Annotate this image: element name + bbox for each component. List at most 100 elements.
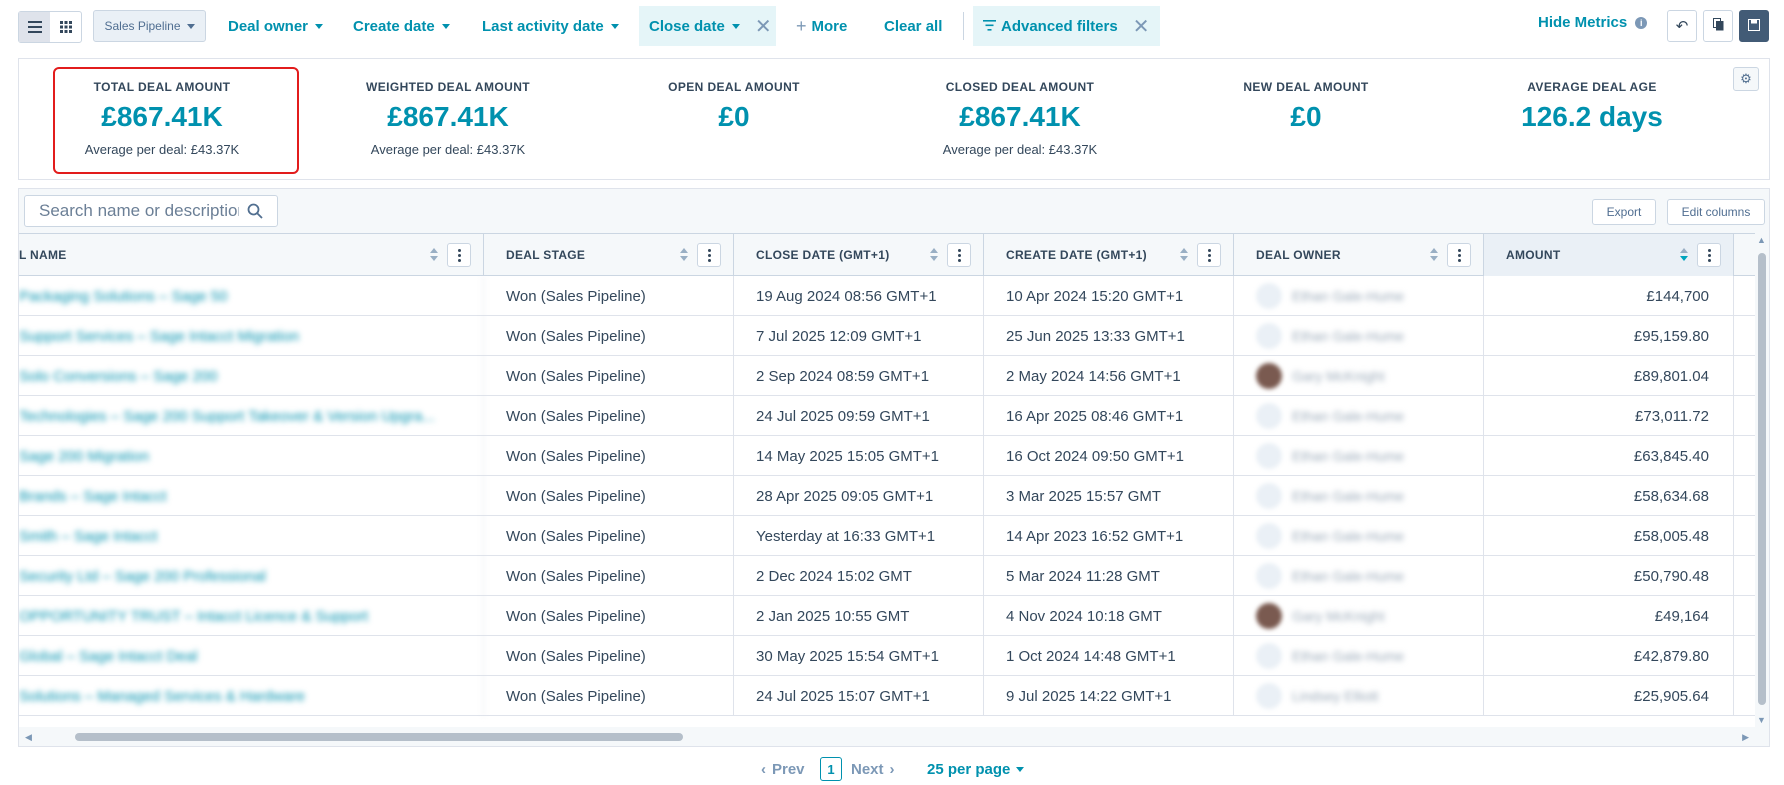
table-row[interactable]: OPPORTUNITY TRUST – Intacct Licence & Su… xyxy=(19,596,1755,636)
more-filters-button[interactable]: + More xyxy=(796,6,847,46)
table-row[interactable]: Packaging Solutions – Sage 50 Won (Sales … xyxy=(19,276,1755,316)
metrics-panel: TOTAL DEAL AMOUNT £867.41K Average per d… xyxy=(18,58,1770,180)
pipeline-select[interactable]: Sales Pipeline xyxy=(93,10,206,42)
search-icon[interactable] xyxy=(247,203,263,224)
export-label: Export xyxy=(1606,205,1642,219)
deal-name-link[interactable]: Packaging Solutions – Sage 50 xyxy=(19,276,484,316)
deal-name-link[interactable]: Support Services – Sage Intacct Migratio… xyxy=(19,316,484,356)
sort-icon[interactable] xyxy=(1180,248,1188,262)
create-date-cell: 9 Jul 2025 14:22 GMT+1 xyxy=(984,676,1234,716)
owner-name: Gary McKnight xyxy=(1292,608,1385,624)
sort-icon[interactable] xyxy=(930,248,938,262)
owner-name: Ethan Gale-Hume xyxy=(1292,568,1405,584)
deal-name-link[interactable]: Security Ltd – Sage 200 Professional xyxy=(19,556,484,596)
vertical-scrollbar[interactable]: ▲ ▼ xyxy=(1755,233,1769,727)
column-header-close-date[interactable]: CLOSE DATE (GMT+1) xyxy=(734,234,984,276)
table-row[interactable]: Support Services – Sage Intacct Migratio… xyxy=(19,316,1755,356)
deal-name-link[interactable]: Technologies – Sage 200 Support Takeover… xyxy=(19,396,484,436)
column-menu-icon[interactable] xyxy=(697,243,721,267)
plus-icon: + xyxy=(796,15,807,36)
table-header: L NAME DEAL STAGE CLOSE DATE (GMT+1) CRE… xyxy=(19,233,1755,276)
table-row[interactable]: Sage 200 Migration Won (Sales Pipeline) 14… xyxy=(19,436,1755,476)
avatar xyxy=(1256,443,1282,469)
deal-name-link[interactable]: OPPORTUNITY TRUST – Intacct Licence & Su… xyxy=(19,596,484,636)
current-page[interactable]: 1 xyxy=(820,757,842,781)
horizontal-scrollbar[interactable]: ◀ ▶ xyxy=(19,727,1755,745)
metric-value: £867.41K xyxy=(387,101,509,132)
sort-icon[interactable] xyxy=(430,248,438,262)
deal-name-link[interactable]: Solutions – Managed Services & Hardware xyxy=(19,676,484,716)
edit-columns-label: Edit columns xyxy=(1681,205,1751,219)
column-menu-icon[interactable] xyxy=(1447,243,1471,267)
close-icon[interactable]: ✕ xyxy=(755,14,772,39)
deal-name-link[interactable]: Solo Conversions – Sage 200 xyxy=(19,356,484,396)
advanced-filters-button[interactable]: Advanced filters ✕ xyxy=(973,6,1160,46)
scrollbar-thumb[interactable] xyxy=(75,733,683,741)
list-view-icon[interactable] xyxy=(19,12,50,42)
metric-new-deal-amount: NEW DEAL AMOUNT £0 xyxy=(1163,59,1449,179)
edit-columns-button[interactable]: Edit columns xyxy=(1667,199,1765,225)
gear-icon: ⚙ xyxy=(1740,71,1752,86)
sort-icon[interactable] xyxy=(1680,248,1688,262)
scroll-down-icon[interactable]: ▼ xyxy=(1757,715,1766,725)
deal-name-link[interactable]: Sage 200 Migration xyxy=(19,436,484,476)
table-row[interactable]: Solutions – Managed Services & Hardware W… xyxy=(19,676,1755,716)
scroll-up-icon[interactable]: ▲ xyxy=(1757,235,1766,245)
filter-create-date[interactable]: Create date xyxy=(353,6,450,46)
filter-icon xyxy=(983,18,996,35)
owner-name: Ethan Gale-Hume xyxy=(1292,408,1405,424)
column-menu-icon[interactable] xyxy=(947,243,971,267)
hide-metrics-button[interactable]: Hide Metrics i xyxy=(1538,14,1648,31)
column-header-deal-stage[interactable]: DEAL STAGE xyxy=(484,234,734,276)
export-button[interactable]: Export xyxy=(1592,199,1656,225)
metric-closed-deal-amount: CLOSED DEAL AMOUNT £867.41K Average per … xyxy=(877,59,1163,179)
column-header-amount[interactable]: AMOUNT xyxy=(1484,234,1734,276)
column-header-label: L NAME xyxy=(19,248,67,262)
undo-button[interactable]: ↶ xyxy=(1667,10,1697,42)
board-view-icon[interactable] xyxy=(50,12,81,42)
save-view-button[interactable] xyxy=(1739,10,1769,42)
deal-stage-cell: Won (Sales Pipeline) xyxy=(484,676,734,716)
scroll-left-icon[interactable]: ◀ xyxy=(25,732,32,743)
table-row[interactable]: Smith – Sage Intacct Won (Sales Pipeline)… xyxy=(19,516,1755,556)
metric-weighted-deal-amount: WEIGHTED DEAL AMOUNT £867.41K Average pe… xyxy=(305,59,591,179)
filter-label: Close date xyxy=(649,17,725,35)
deal-stage-cell: Won (Sales Pipeline) xyxy=(484,396,734,436)
prev-page-button[interactable]: ‹ Prev xyxy=(761,757,805,781)
metrics-settings-button[interactable]: ⚙ xyxy=(1733,67,1759,91)
metric-value: 126.2 days xyxy=(1521,101,1663,132)
deal-stage-cell: Won (Sales Pipeline) xyxy=(484,476,734,516)
filter-label: Create date xyxy=(353,17,435,35)
table-row[interactable]: Global – Sage Intacct Deal Won (Sales Pip… xyxy=(19,636,1755,676)
column-header-name[interactable]: L NAME xyxy=(19,234,484,276)
column-menu-icon[interactable] xyxy=(1197,243,1221,267)
column-menu-icon[interactable] xyxy=(447,243,471,267)
table-row[interactable]: Technologies – Sage 200 Support Takeover… xyxy=(19,396,1755,436)
next-page-button[interactable]: Next › xyxy=(851,757,895,781)
column-menu-icon[interactable] xyxy=(1697,243,1721,267)
sort-icon[interactable] xyxy=(680,248,688,262)
deal-name-link[interactable]: Smith – Sage Intacct xyxy=(19,516,484,556)
deal-name-link[interactable]: Brands – Sage Intacct xyxy=(19,476,484,516)
column-header-label: DEAL OWNER xyxy=(1256,248,1341,262)
per-page-select[interactable]: 25 per page xyxy=(927,757,1025,781)
table-row[interactable]: Solo Conversions – Sage 200 Won (Sales Pi… xyxy=(19,356,1755,396)
deals-table-section: Export Edit columns L NAME DEAL STAGE CL… xyxy=(18,188,1770,747)
amount-cell: £95,159.80 xyxy=(1484,316,1734,356)
filter-last-activity-date[interactable]: Last activity date xyxy=(482,6,619,46)
scroll-right-icon[interactable]: ▶ xyxy=(1742,732,1749,743)
column-header-label: CLOSE DATE (GMT+1) xyxy=(756,248,890,262)
deal-name-link[interactable]: Global – Sage Intacct Deal xyxy=(19,636,484,676)
filter-close-date[interactable]: Close date ✕ xyxy=(639,6,776,46)
filter-deal-owner[interactable]: Deal owner xyxy=(228,6,324,46)
sort-icon[interactable] xyxy=(1430,248,1438,262)
search-input[interactable] xyxy=(39,201,239,221)
table-row[interactable]: Brands – Sage Intacct Won (Sales Pipeline… xyxy=(19,476,1755,516)
copy-button[interactable] xyxy=(1703,10,1733,42)
column-header-deal-owner[interactable]: DEAL OWNER xyxy=(1234,234,1484,276)
clear-all-button[interactable]: Clear all xyxy=(884,6,942,46)
scrollbar-thumb[interactable] xyxy=(1758,253,1766,705)
column-header-create-date[interactable]: CREATE DATE (GMT+1) xyxy=(984,234,1234,276)
table-row[interactable]: Security Ltd – Sage 200 Professional Won … xyxy=(19,556,1755,596)
close-icon[interactable]: ✕ xyxy=(1133,14,1150,39)
